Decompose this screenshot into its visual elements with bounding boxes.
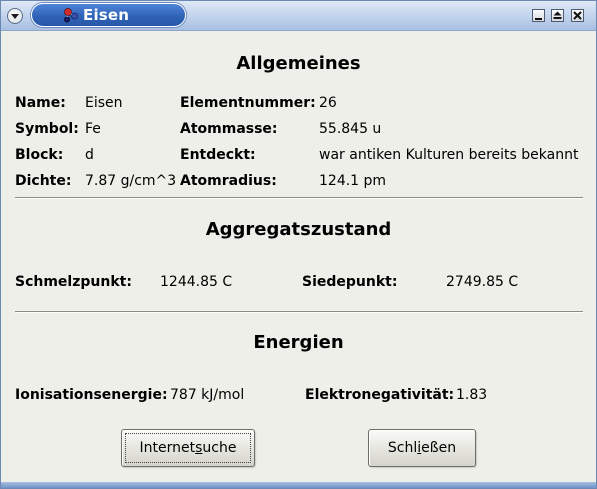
density-value: 7.87 g/cm^3 [85, 173, 177, 189]
window-content: Allgemeines Name: Eisen Elementnummer: 2… [1, 31, 596, 483]
aggregate-heading: Aggregatszustand [205, 219, 392, 240]
maximize-icon[interactable] [551, 9, 564, 22]
name-label: Name: [15, 95, 66, 111]
density-label: Dichte: [15, 173, 72, 189]
boiling-point-value: 2749.85 C [446, 274, 519, 290]
ionization-energy-label: Ionisationsenergie: [15, 387, 168, 403]
element-number-label: Elementnummer: [180, 95, 316, 111]
element-info-window: Eisen Allgemeines Name: Eisen Elementnum… [0, 0, 597, 489]
atomic-radius-value: 124.1 pm [319, 173, 387, 189]
atomic-mass-label: Atommasse: [180, 121, 278, 137]
title-bar[interactable]: Eisen [1, 1, 596, 31]
general-heading: Allgemeines [236, 53, 361, 74]
atomic-mass-value: 55.845 u [319, 121, 382, 137]
window-bottom-frame[interactable] [1, 482, 596, 488]
close-button[interactable]: Schließen [368, 429, 476, 467]
name-value: Eisen [85, 95, 123, 111]
element-number-value: 26 [319, 95, 337, 111]
energies-heading: Energien [253, 332, 344, 353]
block-label: Block: [15, 147, 64, 163]
melting-point-value: 1244.85 C [160, 274, 233, 290]
melting-point-label: Schmelzpunkt: [15, 274, 132, 290]
electronegativity-label: Elektronegativität: [305, 387, 455, 403]
symbol-value: Fe [85, 121, 101, 137]
close-icon[interactable] [571, 9, 584, 22]
block-value: d [85, 147, 94, 163]
boiling-point-label: Siedepunkt: [302, 274, 398, 290]
internet-search-label: Internetsuche [139, 440, 237, 456]
window-title: Eisen [83, 6, 130, 24]
internet-search-button[interactable]: Internetsuche [121, 429, 255, 467]
symbol-label: Symbol: [15, 121, 79, 137]
atomic-radius-label: Atomradius: [180, 173, 277, 189]
ionization-energy-value: 787 kJ/mol [170, 387, 245, 403]
title-tab[interactable]: Eisen [31, 3, 186, 27]
molecule-icon [64, 8, 78, 23]
discovered-value: war antiken Kulturen bereits bekannt [319, 147, 579, 163]
separator [15, 197, 583, 199]
separator [15, 311, 583, 313]
chevron-down-icon[interactable] [7, 8, 23, 24]
electronegativity-value: 1.83 [456, 387, 488, 403]
minimize-icon[interactable] [532, 9, 545, 22]
discovered-label: Entdeckt: [180, 147, 256, 163]
close-label: Schließen [387, 440, 457, 456]
